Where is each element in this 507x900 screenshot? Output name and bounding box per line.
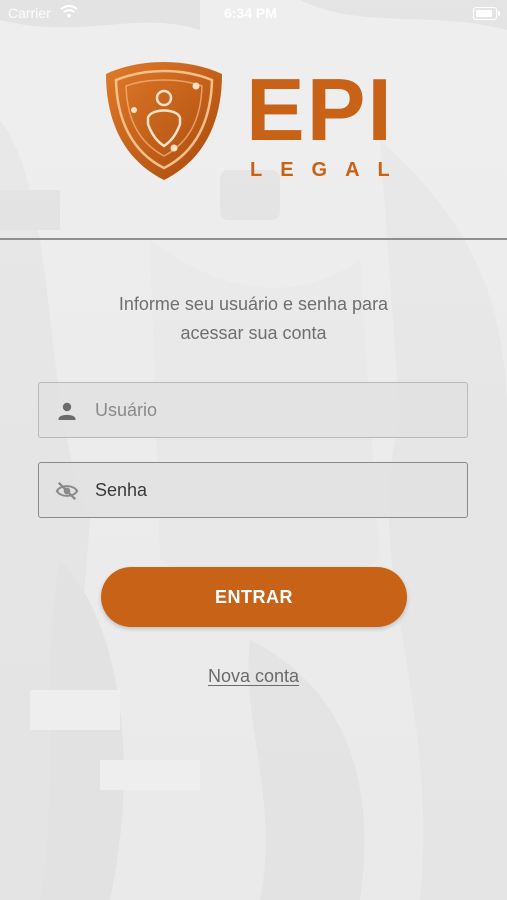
status-time: 6:34 PM: [224, 5, 277, 21]
login-button[interactable]: ENTRAR: [101, 567, 407, 627]
header-divider: [0, 238, 507, 240]
eye-off-icon[interactable]: [55, 479, 79, 503]
instructions-line-1: Informe seu usuário e senha para: [118, 294, 389, 314]
username-input[interactable]: [95, 383, 455, 437]
username-field[interactable]: [38, 382, 468, 438]
carrier-label: Carrier: [8, 5, 51, 21]
login-screen: Carrier 6:34 PM EPI LEGAL Informe seu us…: [0, 0, 507, 900]
person-icon: [58, 402, 76, 420]
wifi-icon: [60, 5, 78, 18]
status-bar: Carrier 6:34 PM: [0, 0, 507, 28]
new-account-container: Nova conta: [0, 666, 507, 687]
app-logo: EPI LEGAL: [100, 52, 400, 184]
battery-icon: [473, 7, 500, 20]
login-instructions: Informe seu usuário e senha para acessar…: [60, 290, 447, 348]
logo-brand-text: EPI: [246, 60, 394, 159]
logo-subtitle-text: LEGAL: [250, 159, 408, 181]
shield-user-icon: [106, 62, 222, 180]
password-input[interactable]: [95, 463, 455, 517]
instructions-line-2: acessar sua conta: [180, 323, 327, 343]
new-account-link[interactable]: Nova conta: [208, 666, 299, 686]
password-field[interactable]: [38, 462, 468, 518]
